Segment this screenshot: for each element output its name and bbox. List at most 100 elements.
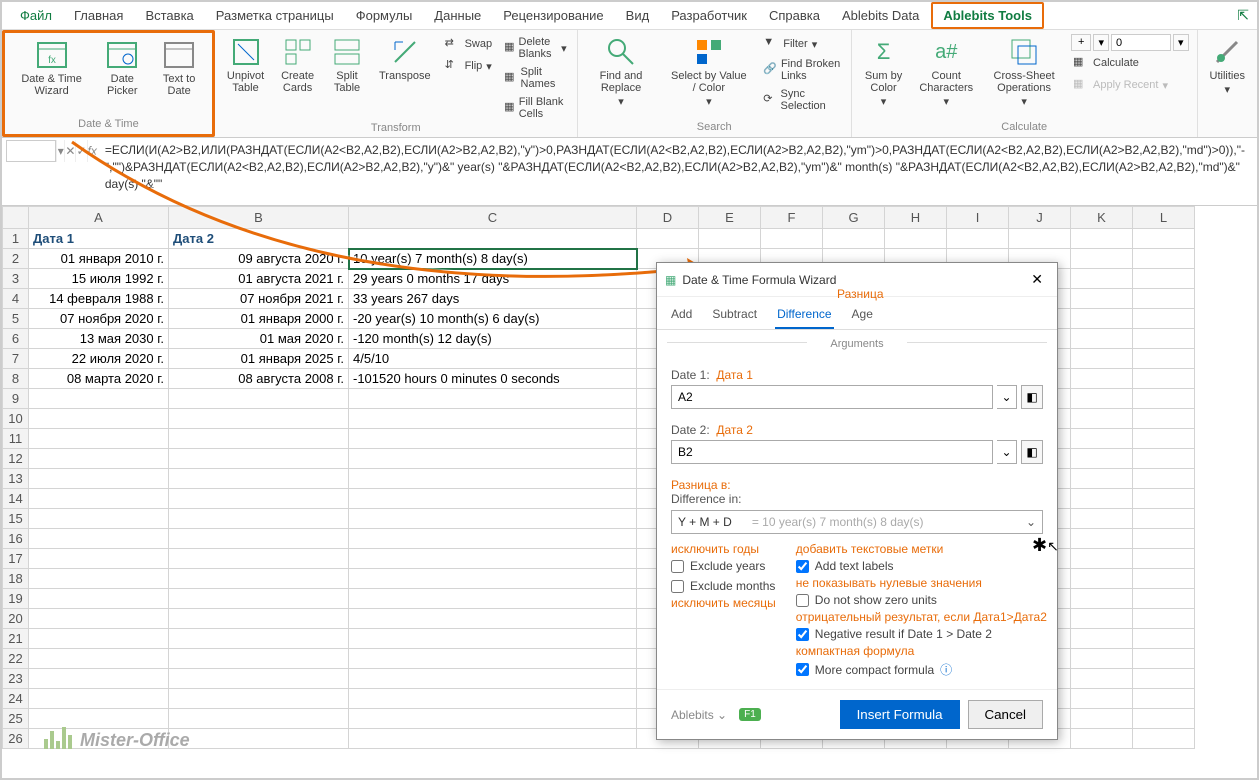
cell-I1[interactable]: [947, 229, 1009, 249]
cell-A10[interactable]: [29, 409, 169, 429]
cell-B23[interactable]: [169, 669, 349, 689]
cell-L26[interactable]: [1133, 729, 1195, 749]
row-header-4[interactable]: 4: [3, 289, 29, 309]
cell-L14[interactable]: [1133, 489, 1195, 509]
cell-B8[interactable]: 08 августа 2008 г.: [169, 369, 349, 389]
menu-file[interactable]: Файл: [10, 4, 62, 27]
swap-button[interactable]: ⇄Swap: [443, 34, 495, 54]
cell-A23[interactable]: [29, 669, 169, 689]
cell-K21[interactable]: [1071, 629, 1133, 649]
count-chars-button[interactable]: a#Count Characters ▾: [915, 34, 977, 110]
transpose-button[interactable]: Transpose: [375, 34, 435, 84]
cell-C20[interactable]: [349, 609, 637, 629]
cell-B2[interactable]: 09 августа 2020 г.: [169, 249, 349, 269]
row-header-17[interactable]: 17: [3, 549, 29, 569]
cell-K20[interactable]: [1071, 609, 1133, 629]
name-box[interactable]: [6, 140, 56, 162]
cell-C4[interactable]: 33 years 267 days: [349, 289, 637, 309]
cell-K5[interactable]: [1071, 309, 1133, 329]
cell-A2[interactable]: 01 января 2010 г.: [29, 249, 169, 269]
menu-view[interactable]: Вид: [616, 4, 660, 27]
cell-L23[interactable]: [1133, 669, 1195, 689]
col-header-B[interactable]: B: [169, 207, 349, 229]
row-header-25[interactable]: 25: [3, 709, 29, 729]
row-header-21[interactable]: 21: [3, 629, 29, 649]
cell-A13[interactable]: [29, 469, 169, 489]
cell-C21[interactable]: [349, 629, 637, 649]
cell-G1[interactable]: [823, 229, 885, 249]
cell-A7[interactable]: 22 июля 2020 г.: [29, 349, 169, 369]
cell-L19[interactable]: [1133, 589, 1195, 609]
cell-D1[interactable]: [637, 229, 699, 249]
date1-dropdown[interactable]: ⌄: [997, 385, 1017, 409]
menu-data[interactable]: Данные: [424, 4, 491, 27]
sum-by-color-button[interactable]: ΣSum by Color ▾: [860, 34, 908, 110]
cell-L6[interactable]: [1133, 329, 1195, 349]
cell-C1[interactable]: [349, 229, 637, 249]
split-table-button[interactable]: Split Table: [327, 34, 367, 96]
cell-H1[interactable]: [885, 229, 947, 249]
cell-A16[interactable]: [29, 529, 169, 549]
cell-A4[interactable]: 14 февраля 1988 г.: [29, 289, 169, 309]
cell-C14[interactable]: [349, 489, 637, 509]
cell-A24[interactable]: [29, 689, 169, 709]
unpivot-button[interactable]: Unpivot Table: [223, 34, 268, 96]
cell-K16[interactable]: [1071, 529, 1133, 549]
row-header-11[interactable]: 11: [3, 429, 29, 449]
col-header-I[interactable]: I: [947, 207, 1009, 229]
row-header-3[interactable]: 3: [3, 269, 29, 289]
fx-icon[interactable]: fx: [87, 140, 97, 162]
cell-B26[interactable]: [169, 729, 349, 749]
tab-difference[interactable]: Difference: [775, 301, 833, 329]
date1-range-picker[interactable]: ◧: [1021, 385, 1043, 409]
col-header-K[interactable]: K: [1071, 207, 1133, 229]
cell-L22[interactable]: [1133, 649, 1195, 669]
cell-L21[interactable]: [1133, 629, 1195, 649]
cell-C3[interactable]: 29 years 0 months 17 days: [349, 269, 637, 289]
cell-C13[interactable]: [349, 469, 637, 489]
cell-K13[interactable]: [1071, 469, 1133, 489]
close-icon[interactable]: ✕: [1025, 269, 1049, 290]
cell-K23[interactable]: [1071, 669, 1133, 689]
cell-K24[interactable]: [1071, 689, 1133, 709]
cell-L17[interactable]: [1133, 549, 1195, 569]
cell-L16[interactable]: [1133, 529, 1195, 549]
cell-L5[interactable]: [1133, 309, 1195, 329]
col-header-E[interactable]: E: [699, 207, 761, 229]
cell-F1[interactable]: [761, 229, 823, 249]
cell-L9[interactable]: [1133, 389, 1195, 409]
row-header-10[interactable]: 10: [3, 409, 29, 429]
cell-L8[interactable]: [1133, 369, 1195, 389]
cell-B10[interactable]: [169, 409, 349, 429]
cell-B18[interactable]: [169, 569, 349, 589]
col-header-A[interactable]: A: [29, 207, 169, 229]
row-header-24[interactable]: 24: [3, 689, 29, 709]
calc-plus[interactable]: +: [1071, 34, 1091, 51]
fill-blank-button[interactable]: ▦Fill Blank Cells: [502, 94, 569, 122]
sync-selection-button[interactable]: ⟳Sync Selection: [761, 86, 843, 114]
cell-B25[interactable]: [169, 709, 349, 729]
cell-K12[interactable]: [1071, 449, 1133, 469]
cell-C2[interactable]: 10 year(s) 7 month(s) 8 day(s): [349, 249, 637, 269]
cell-A18[interactable]: [29, 569, 169, 589]
row-header-9[interactable]: 9: [3, 389, 29, 409]
accept-formula-icon[interactable]: ✓: [75, 140, 86, 162]
row-header-6[interactable]: 6: [3, 329, 29, 349]
cross-sheet-button[interactable]: Cross-Sheet Operations ▾: [985, 34, 1063, 110]
cell-C16[interactable]: [349, 529, 637, 549]
cell-L4[interactable]: [1133, 289, 1195, 309]
row-header-2[interactable]: 2: [3, 249, 29, 269]
text-to-date-button[interactable]: Text to Date: [154, 37, 204, 99]
cell-L12[interactable]: [1133, 449, 1195, 469]
cell-K17[interactable]: [1071, 549, 1133, 569]
select-by-value-button[interactable]: Select by Value / Color ▾: [664, 34, 753, 110]
cell-K3[interactable]: [1071, 269, 1133, 289]
row-header-26[interactable]: 26: [3, 729, 29, 749]
cell-A17[interactable]: [29, 549, 169, 569]
menu-help[interactable]: Справка: [759, 4, 830, 27]
cell-K22[interactable]: [1071, 649, 1133, 669]
cell-C24[interactable]: [349, 689, 637, 709]
menu-formulas[interactable]: Формулы: [346, 4, 423, 27]
cell-B22[interactable]: [169, 649, 349, 669]
cell-B16[interactable]: [169, 529, 349, 549]
